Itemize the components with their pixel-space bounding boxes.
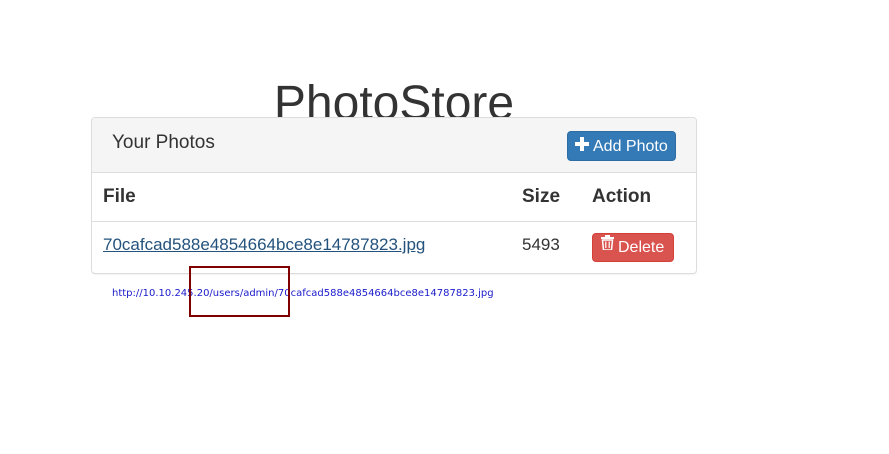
photos-panel: Your Photos Add Photo File Size Action 7… <box>91 117 697 274</box>
plus-icon <box>575 132 589 162</box>
column-header-size: Size <box>522 186 561 207</box>
photo-file-link[interactable]: 70cafcad588e4854664bce8e14787823.jpg <box>103 235 425 255</box>
delete-label: Delete <box>618 239 665 256</box>
photo-size: 5493 <box>522 235 560 254</box>
panel-heading: Your Photos Add Photo <box>92 118 696 173</box>
table-divider <box>92 221 696 222</box>
column-header-action: Action <box>592 186 652 207</box>
annotation-highlight-box <box>189 266 290 317</box>
trash-icon <box>601 232 614 260</box>
add-photo-label: Add Photo <box>593 138 668 156</box>
add-photo-button[interactable]: Add Photo <box>567 131 676 161</box>
panel-title: Your Photos <box>112 132 215 153</box>
delete-photo-button[interactable]: Delete <box>592 233 674 262</box>
column-header-file: File <box>103 186 136 207</box>
status-bar-url: http://10.10.245.20/users/admin/70cafcad… <box>112 288 494 299</box>
